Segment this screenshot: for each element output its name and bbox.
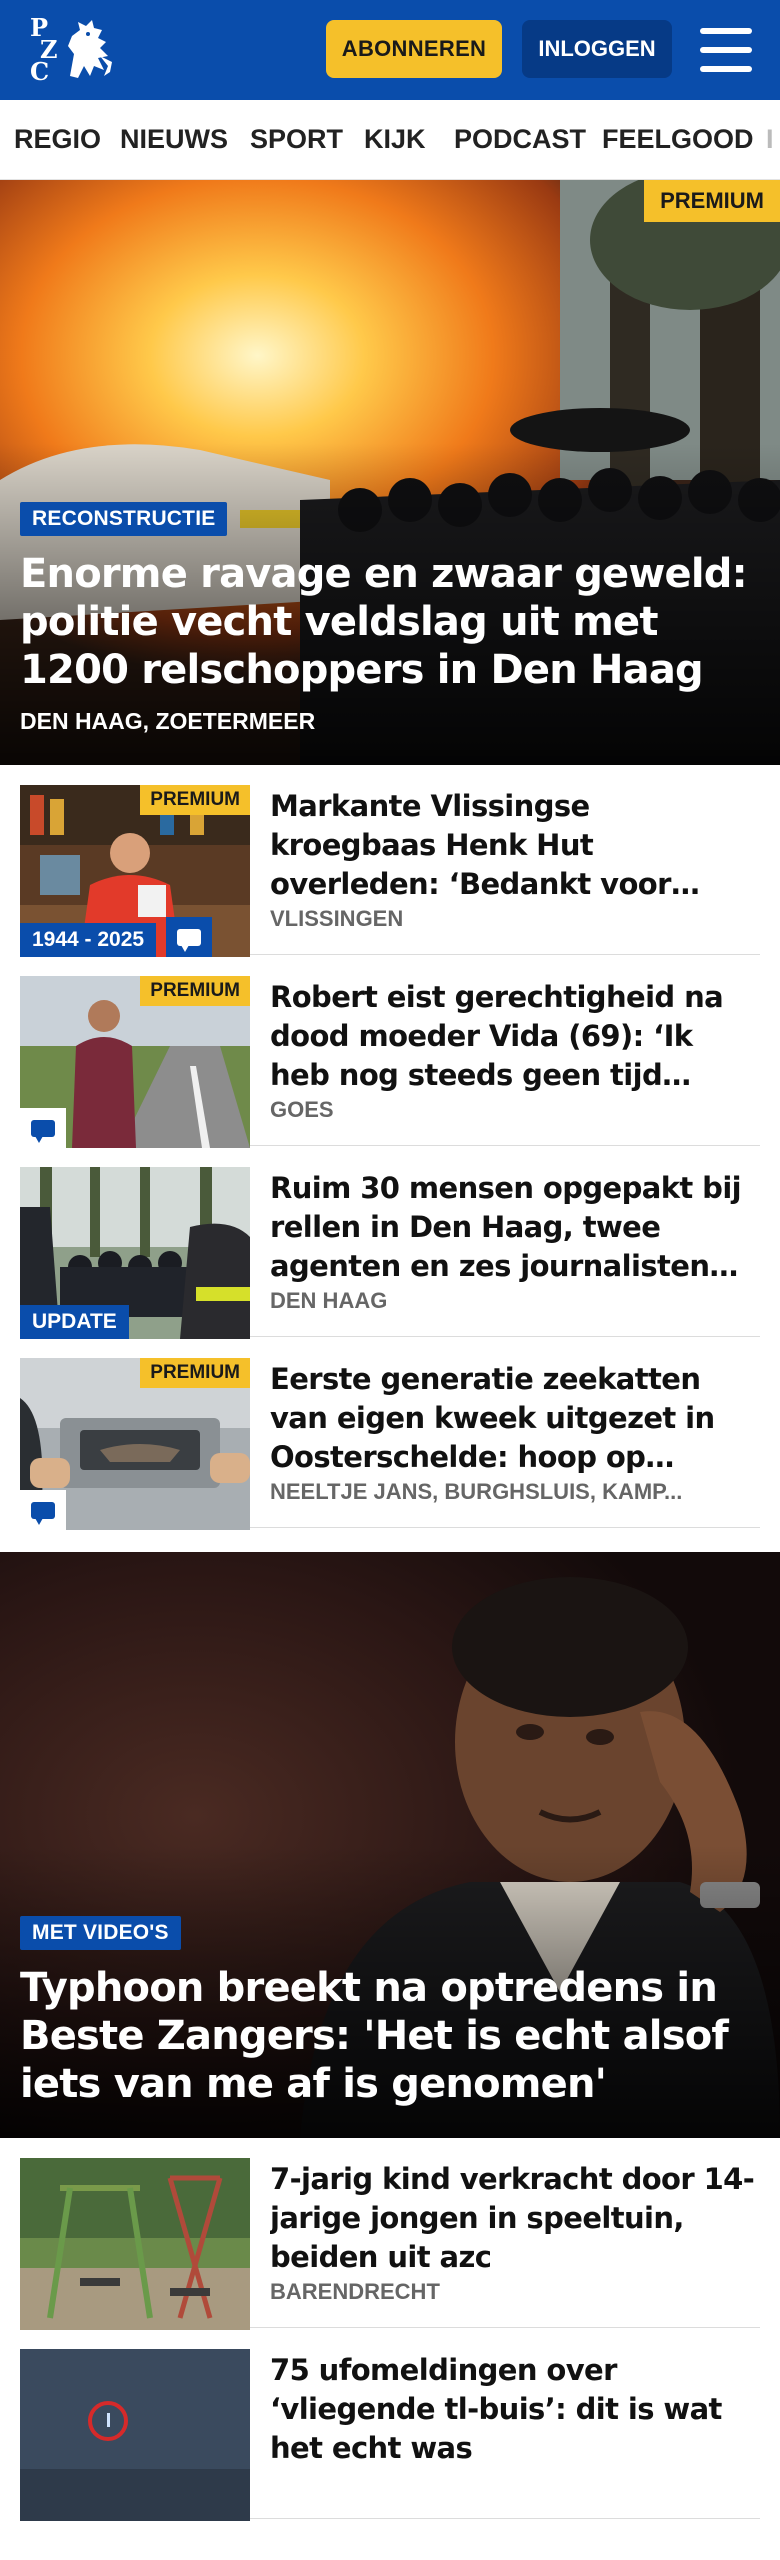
article-thumbnail: UPDATE bbox=[20, 1167, 250, 1339]
article-item[interactable]: PREMIUM Robert eist gerechtigheid na doo… bbox=[20, 956, 760, 1148]
article-item[interactable]: PREMIUM Eerste generatie zeekatten van e… bbox=[20, 1338, 760, 1530]
hamburger-menu-icon[interactable] bbox=[700, 28, 752, 72]
logo-letter-c: C bbox=[30, 57, 50, 86]
article-location: DEN HAAG bbox=[270, 1288, 388, 1313]
article-item[interactable]: 7-jarig kind verkracht door 14-jarige jo… bbox=[20, 2138, 760, 2330]
article-headline[interactable]: 7-jarig kind verkracht door 14-jarige jo… bbox=[270, 2160, 760, 2277]
lion-emblem-icon bbox=[68, 20, 112, 78]
login-button[interactable]: INLOGGEN bbox=[522, 20, 672, 78]
premium-badge: PREMIUM bbox=[140, 1358, 250, 1388]
hero-headline[interactable]: Enorme ravage en zwaar geweld: politie v… bbox=[20, 550, 760, 694]
article-item[interactable]: PREMIUM 1944 - 2025 Markante Vlissingse … bbox=[20, 765, 760, 957]
section-nav: REGIO NIEUWS SPORT KIJK PODCAST FEELGOOD… bbox=[0, 100, 780, 180]
article-location: GOES bbox=[270, 1097, 334, 1122]
nav-item-feelgood[interactable]: FEELGOOD bbox=[602, 124, 754, 155]
article-thumbnail bbox=[20, 2349, 250, 2521]
nav-item-nieuws[interactable]: NIEUWS bbox=[120, 124, 228, 155]
article-item[interactable]: 75 ufomeldingen over ‘vliegende tl-buis’… bbox=[20, 2329, 760, 2521]
article-tag: MET VIDEO'S bbox=[20, 1916, 181, 1950]
article-location: BARENDRECHT bbox=[270, 2279, 440, 2304]
site-header: P Z C ABONNEREN INLOGGEN bbox=[0, 0, 780, 100]
nav-item-regio[interactable]: REGIO bbox=[14, 124, 101, 155]
premium-badge: PREMIUM bbox=[140, 976, 250, 1006]
comment-icon[interactable] bbox=[20, 1490, 66, 1530]
article-item[interactable]: UPDATE Ruim 30 mensen opgepakt bij relle… bbox=[20, 1147, 760, 1339]
premium-badge: PREMIUM bbox=[140, 785, 250, 815]
article-tag: RECONSTRUCTIE bbox=[20, 502, 228, 536]
hero-location: DEN HAAG, ZOETERMEER bbox=[20, 708, 316, 734]
article-thumbnail bbox=[20, 2158, 250, 2330]
article-headline[interactable]: Markante Vlissingse kroegbaas Henk Hut o… bbox=[270, 787, 760, 904]
article-headline[interactable]: Ruim 30 mensen opgepakt bij rellen in De… bbox=[270, 1169, 760, 1286]
article-location: VLISSINGEN bbox=[270, 906, 404, 931]
nav-item-sport[interactable]: SPORT bbox=[250, 124, 343, 155]
nav-item-podcast[interactable]: PODCAST bbox=[454, 124, 586, 155]
nav-item-kijk[interactable]: KIJK bbox=[364, 124, 426, 155]
comment-icon[interactable] bbox=[20, 1108, 66, 1148]
article-headline[interactable]: Eerste generatie zeekatten van eigen kwe… bbox=[270, 1360, 760, 1477]
premium-badge: PREMIUM bbox=[644, 180, 780, 222]
date-badge: 1944 - 2025 bbox=[20, 923, 157, 957]
hero-headline[interactable]: Typhoon breekt na optredens in Beste Zan… bbox=[20, 1964, 760, 2108]
article-location: NEELTJE JANS, BURGHSLUIS, KAMP... bbox=[270, 1479, 683, 1504]
article-thumbnail: PREMIUM bbox=[20, 976, 250, 1148]
article-thumbnail: PREMIUM 1944 - 2025 bbox=[20, 785, 250, 957]
article-thumbnail: PREMIUM bbox=[20, 1358, 250, 1530]
update-badge: UPDATE bbox=[20, 1305, 129, 1339]
hero-article-riots[interactable]: PREMIUM RECONSTRUCTIE Enorme ravage en z… bbox=[0, 180, 780, 765]
subscribe-button[interactable]: ABONNEREN bbox=[326, 20, 502, 78]
hero-article-typhoon[interactable]: MET VIDEO'S Typhoon breekt na optredens … bbox=[0, 1552, 780, 2138]
pzc-logo[interactable]: P Z C bbox=[26, 14, 116, 86]
article-headline[interactable]: 75 ufomeldingen over ‘vliegende tl-buis’… bbox=[270, 2351, 760, 2468]
nav-item-overflow[interactable]: I bbox=[766, 124, 774, 155]
comment-icon[interactable] bbox=[166, 917, 212, 957]
article-headline[interactable]: Robert eist gerechtigheid na dood moeder… bbox=[270, 978, 760, 1095]
